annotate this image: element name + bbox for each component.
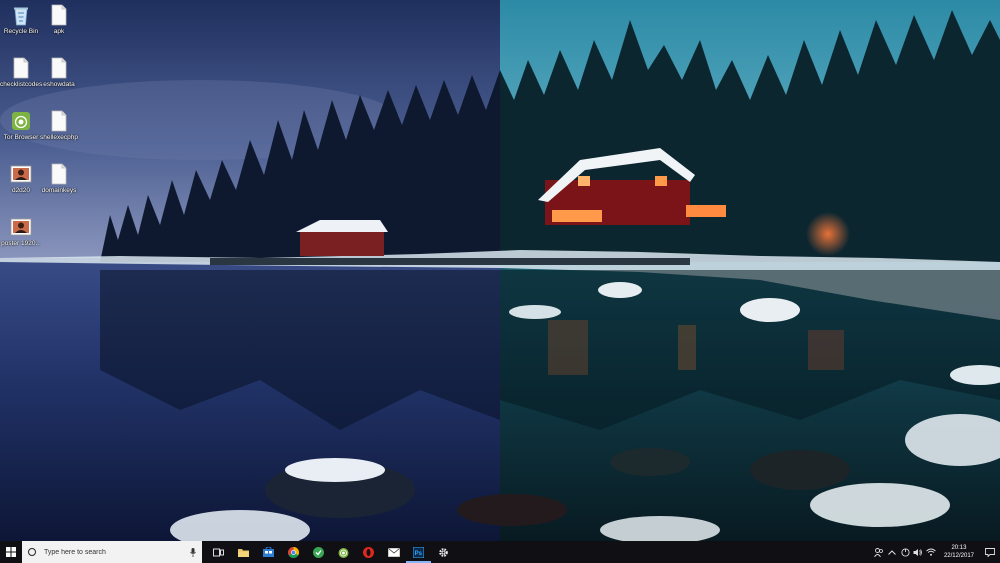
app-green-icon	[313, 546, 324, 558]
volume-button[interactable]	[912, 541, 925, 563]
wallpaper	[0, 0, 1000, 541]
people-icon	[874, 547, 884, 557]
green-app-button[interactable]	[306, 541, 331, 563]
desktop-icon[interactable]: apk	[38, 4, 80, 36]
image-icon	[0, 216, 42, 238]
chrome-icon	[288, 546, 299, 558]
settings-icon	[439, 547, 448, 557]
microphone-icon[interactable]	[190, 547, 196, 557]
wifi-icon	[926, 548, 937, 556]
recycle-bin-icon	[0, 4, 42, 26]
clock-time: 20:13	[951, 545, 967, 551]
photoshop-icon: Ps	[413, 546, 424, 558]
desktop-icon-label: shellexecphp	[40, 134, 78, 141]
network-button[interactable]	[925, 541, 938, 563]
file-icon	[38, 163, 80, 185]
desktop-icon[interactable]: poster 1920...	[0, 216, 42, 248]
taskbar: Ps 20:13 22/12/2017	[0, 541, 1000, 563]
store-icon	[263, 547, 274, 557]
tor-browser-icon	[338, 547, 349, 558]
power-icon	[901, 547, 910, 557]
settings-button[interactable]	[431, 541, 456, 563]
desktop-icon-label: d2d20	[11, 187, 31, 194]
people-button[interactable]	[873, 541, 886, 563]
desktop-icon-label: poster 1920...	[1, 240, 41, 247]
photoshop-button[interactable]: Ps	[406, 541, 431, 563]
file-icon	[38, 110, 80, 132]
notification-icon	[985, 547, 995, 557]
desktop-icon-label: apk	[53, 28, 65, 35]
desktop-icon[interactable]: checklistcodes	[0, 57, 42, 89]
desktop-icon-label: eshowdata	[43, 81, 75, 88]
chrome-button[interactable]	[281, 541, 306, 563]
store-button[interactable]	[256, 541, 281, 563]
desktop-icon-label: checklistcodes	[0, 81, 42, 88]
file-explorer-icon	[238, 548, 249, 557]
desktop-icon[interactable]: shellexecphp	[38, 110, 80, 142]
desktop-icon-label: domainkeys	[41, 187, 77, 194]
mail-icon	[387, 547, 400, 557]
search-input[interactable]	[44, 548, 190, 556]
desktop-icon[interactable]: domainkeys	[38, 163, 80, 195]
file-icon	[38, 4, 80, 26]
clock-date: 22/12/2017	[943, 553, 974, 559]
taskbar-apps: Ps	[206, 541, 456, 563]
desktop-icon-label: Recycle Bin	[3, 28, 39, 35]
desktop-icon-label: Tor Browser	[3, 134, 39, 141]
action-center-button[interactable]	[980, 541, 1000, 563]
cortana-icon	[28, 548, 36, 556]
speaker-icon	[913, 548, 923, 556]
taskbar-search[interactable]	[22, 541, 202, 563]
file-explorer-button[interactable]	[231, 541, 256, 563]
svg-text:Ps: Ps	[415, 551, 423, 557]
tor-browser-icon	[0, 110, 42, 132]
power-button[interactable]	[899, 541, 912, 563]
desktop-icon[interactable]: Tor Browser	[0, 110, 42, 142]
system-tray: 20:13 22/12/2017	[873, 541, 1000, 563]
file-icon	[38, 57, 80, 79]
chevron-up-icon	[888, 549, 897, 555]
tor-browser-button[interactable]	[331, 541, 356, 563]
file-icon	[0, 57, 42, 79]
image-icon	[0, 163, 42, 185]
mail-button[interactable]	[381, 541, 406, 563]
desktop-icon[interactable]: eshowdata	[38, 57, 80, 89]
hidden-icons-button[interactable]	[886, 541, 899, 563]
clock[interactable]: 20:13 22/12/2017	[938, 544, 980, 560]
desktop[interactable]: Recycle Bin apk checklistcodes eshowdata Tor…	[0, 0, 1000, 541]
opera-button[interactable]	[356, 541, 381, 563]
opera-icon	[363, 546, 374, 558]
task-view-icon	[213, 548, 224, 556]
start-button[interactable]	[0, 541, 22, 563]
desktop-icon[interactable]: d2d20	[0, 163, 42, 195]
task-view-button[interactable]	[206, 541, 231, 563]
desktop-icon[interactable]: Recycle Bin	[0, 4, 42, 36]
windows-logo-icon	[6, 547, 16, 557]
